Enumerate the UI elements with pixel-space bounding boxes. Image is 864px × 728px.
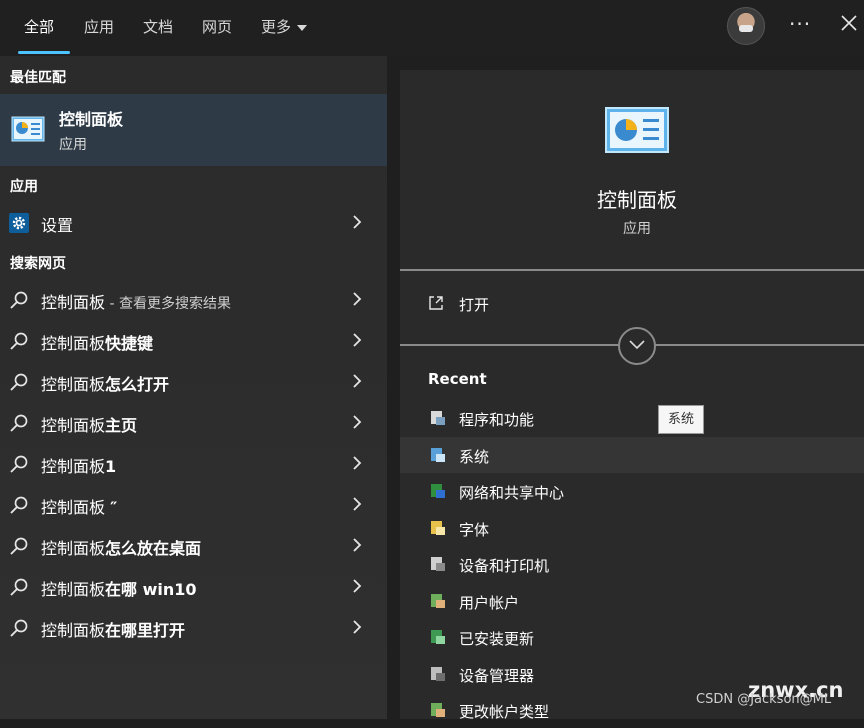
- tooltip: 系统: [658, 405, 704, 434]
- search-icon: [10, 619, 28, 637]
- recent-item[interactable]: 已安装更新: [400, 619, 864, 655]
- network-icon: [431, 484, 445, 498]
- web-result-item[interactable]: 控制面板在哪 win10: [0, 569, 387, 605]
- recent-heading: Recent: [428, 370, 487, 388]
- chevron-right-icon: [353, 374, 362, 388]
- avatar[interactable]: [727, 7, 765, 45]
- open-external-icon: [429, 296, 443, 310]
- chevron-right-icon: [353, 620, 362, 634]
- tab-more-label: 更多: [261, 18, 292, 36]
- search-icon: [10, 455, 28, 473]
- recent-item[interactable]: 设备和打印机: [400, 546, 864, 582]
- web-result-item[interactable]: 控制面板主页: [0, 405, 387, 441]
- best-match-name: 控制面板: [59, 110, 124, 129]
- top-tab-bar: 全部 应用 文档 网页 更多 ···: [0, 0, 864, 56]
- apps-heading: 应用: [10, 179, 38, 195]
- web-result-item[interactable]: 控制面板 - 查看更多搜索结果: [0, 282, 387, 318]
- settings-item[interactable]: 设置: [0, 205, 387, 241]
- web-result-item[interactable]: 控制面板快捷键: [0, 323, 387, 359]
- recent-item-label: 系统: [459, 447, 490, 466]
- web-result-item[interactable]: 控制面板1: [0, 446, 387, 482]
- search-icon: [10, 537, 28, 555]
- fonts-icon: [431, 520, 445, 535]
- tab-more[interactable]: 更多: [261, 16, 308, 37]
- web-result-item[interactable]: 控制面板在哪里打开: [0, 610, 387, 646]
- programs-icon: [431, 411, 445, 425]
- details-app-type: 应用: [623, 221, 651, 237]
- chevron-right-icon: [353, 415, 362, 429]
- divider: [400, 269, 864, 271]
- web-result-label: 控制面板在哪里打开: [41, 621, 186, 640]
- close-icon[interactable]: [838, 12, 860, 34]
- web-result-label: 控制面板 - 查看更多搜索结果: [41, 293, 231, 312]
- system-icon: [431, 447, 445, 462]
- settings-label: 设置: [41, 216, 74, 235]
- search-icon: [10, 414, 28, 432]
- search-results-panel: 最佳匹配 控制面板 应用 应用 设置 搜索网页 控制面板 - 查看更多搜索结果控…: [0, 56, 387, 719]
- chevron-right-icon: [353, 215, 362, 229]
- chevron-down-icon: [297, 24, 308, 31]
- recent-item[interactable]: 网络和共享中心: [400, 473, 864, 509]
- watermark-credit: CSDN @Jackson@ML: [696, 692, 832, 707]
- gear-icon: [9, 213, 29, 233]
- search-icon: [10, 291, 28, 309]
- web-result-label: 控制面板主页: [41, 416, 138, 435]
- web-result-label: 控制面板在哪 win10: [41, 580, 197, 599]
- details-panel: 控制面板 应用 打开 Recent 程序和功能 系统 网络和共享中心 字体 设备和打印机…: [400, 70, 864, 721]
- best-match-type: 应用: [59, 137, 87, 153]
- device-manager-icon: [431, 666, 445, 681]
- open-action[interactable]: 打开: [400, 282, 864, 324]
- best-match-item[interactable]: 控制面板 应用: [0, 94, 387, 166]
- control-panel-icon: [11, 116, 45, 142]
- tab-documents[interactable]: 文档: [143, 16, 173, 37]
- recent-item-label: 设备和打印机: [459, 557, 550, 575]
- web-result-label: 控制面板怎么打开: [41, 375, 170, 394]
- web-result-item[interactable]: 控制面板怎么放在桌面: [0, 528, 387, 564]
- search-web-heading: 搜索网页: [10, 256, 66, 272]
- recent-item-label: 网络和共享中心: [459, 484, 565, 502]
- open-label: 打开: [459, 296, 490, 314]
- chevron-right-icon: [353, 538, 362, 552]
- recent-item[interactable]: 字体: [400, 510, 864, 546]
- chevron-right-icon: [353, 292, 362, 306]
- chevron-right-icon: [353, 579, 362, 593]
- recent-item[interactable]: 程序和功能: [400, 400, 864, 436]
- recent-item-label: 字体: [459, 520, 490, 539]
- web-result-item[interactable]: 控制面板 ″: [0, 487, 387, 523]
- web-result-item[interactable]: 控制面板怎么打开: [0, 364, 387, 400]
- chevron-right-icon: [353, 497, 362, 511]
- search-icon: [10, 496, 28, 514]
- web-result-label: 控制面板怎么放在桌面: [41, 539, 202, 558]
- search-icon: [10, 332, 28, 350]
- recent-item[interactable]: 用户帐户: [400, 583, 864, 619]
- printer-icon: [431, 557, 445, 571]
- chevron-right-icon: [353, 456, 362, 470]
- best-match-heading: 最佳匹配: [10, 70, 66, 86]
- search-icon: [10, 578, 28, 596]
- details-app-name: 控制面板: [597, 188, 677, 212]
- active-tab-indicator: [18, 51, 70, 54]
- recent-item[interactable]: 系统: [400, 436, 864, 473]
- recent-item-label: 设备管理器: [459, 666, 535, 685]
- users-icon: [431, 703, 445, 717]
- recent-item-label: 用户帐户: [459, 593, 520, 612]
- tab-apps[interactable]: 应用: [84, 16, 114, 37]
- users-icon: [431, 593, 445, 608]
- recent-item-label: 已安装更新: [459, 630, 535, 648]
- chevron-down-icon: [629, 340, 645, 350]
- web-result-label: 控制面板 ″: [41, 498, 118, 517]
- web-result-label: 控制面板1: [41, 457, 117, 476]
- expand-button[interactable]: [618, 327, 656, 365]
- recent-item-label: 程序和功能: [459, 411, 535, 429]
- chevron-right-icon: [353, 333, 362, 347]
- tab-web[interactable]: 网页: [202, 16, 232, 37]
- search-icon: [10, 373, 28, 391]
- updates-icon: [431, 630, 445, 644]
- web-result-label: 控制面板快捷键: [41, 334, 154, 353]
- more-options-button[interactable]: ···: [789, 12, 811, 36]
- tab-all[interactable]: 全部: [24, 16, 54, 37]
- control-panel-icon: [605, 107, 669, 153]
